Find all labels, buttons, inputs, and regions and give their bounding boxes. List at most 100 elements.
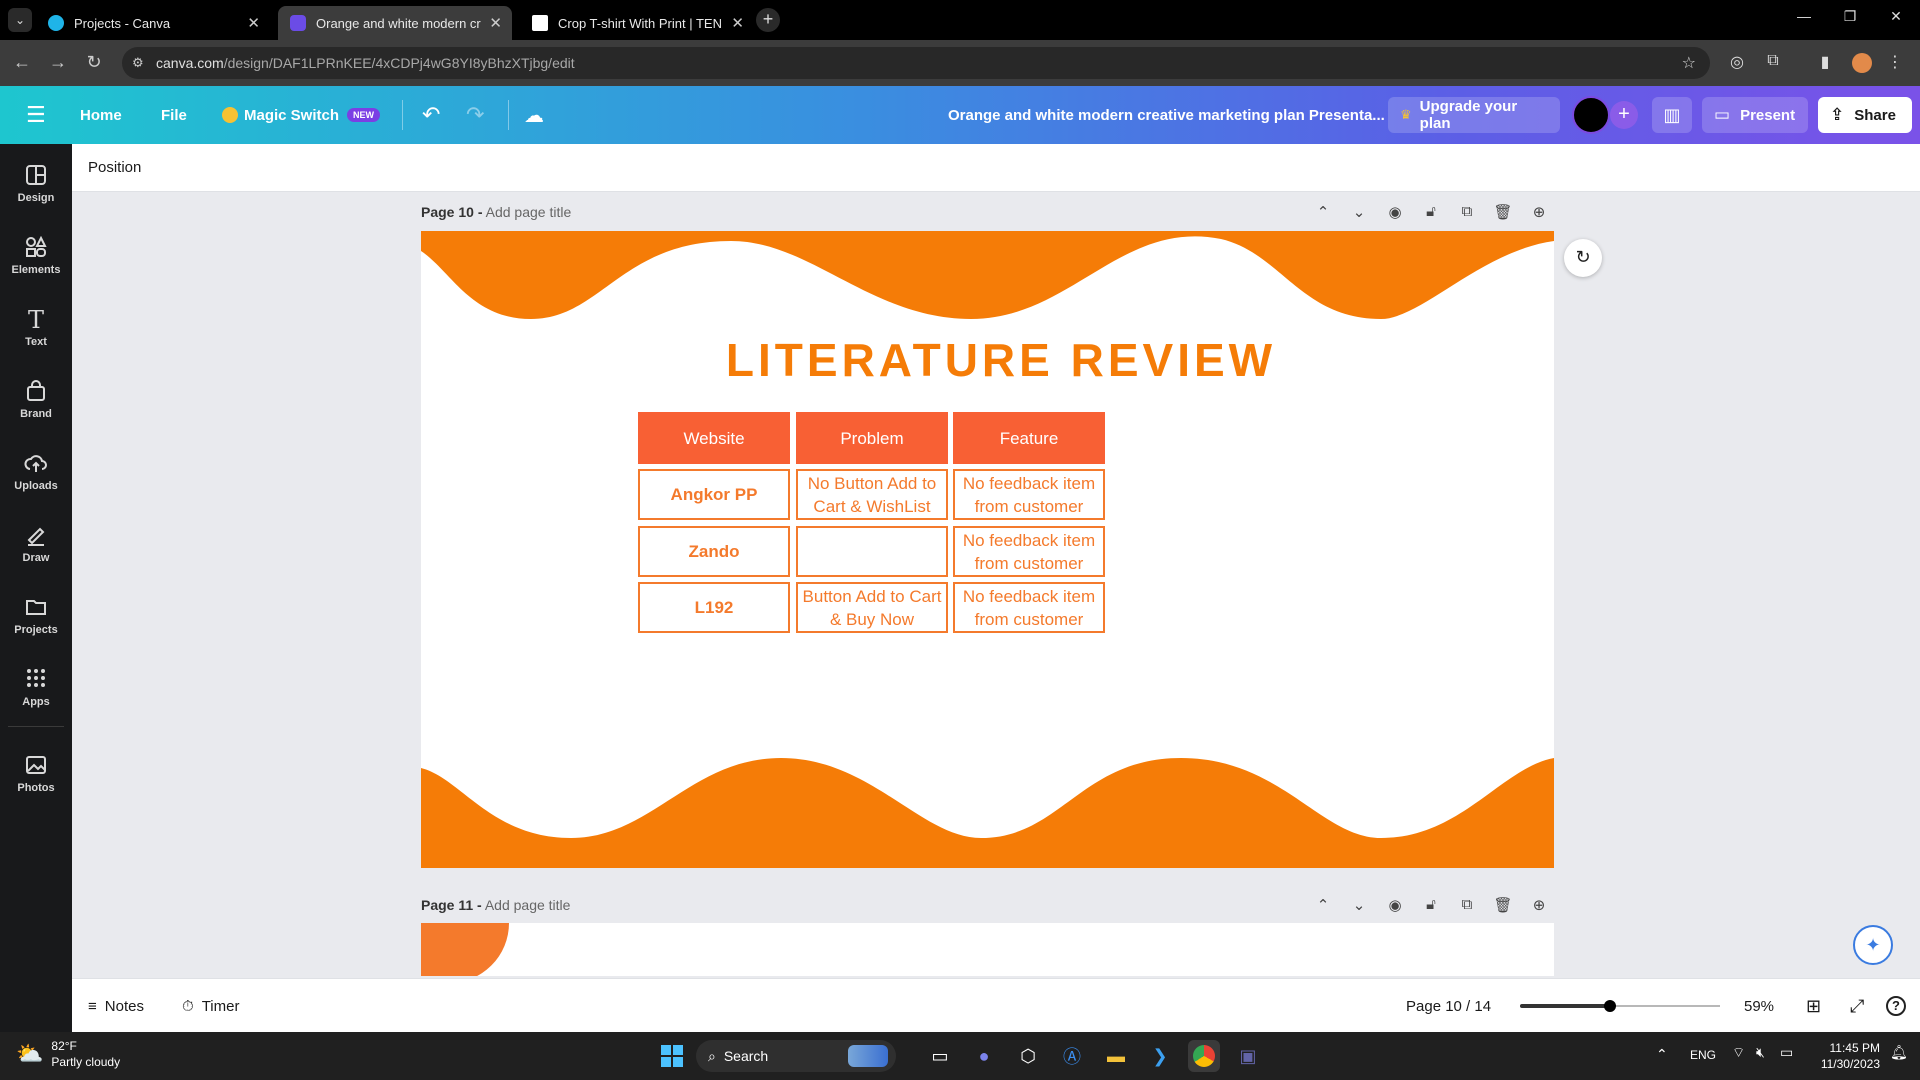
upgrade-plan-button[interactable]: ♛ Upgrade your plan — [1388, 97, 1560, 133]
wifi-icon[interactable]: ⌔ — [1732, 1044, 1745, 1062]
notes-button[interactable]: ≡ Notes — [88, 979, 144, 1033]
slide-title[interactable]: LITERATURE REVIEW — [421, 333, 1554, 387]
table-header-cell[interactable]: Website — [638, 412, 790, 464]
canva-assistant-icon[interactable]: ✦ — [1853, 925, 1893, 965]
sidebar-item-draw[interactable]: Draw — [0, 518, 72, 578]
cloud-saved-icon[interactable]: ☁ — [524, 86, 544, 144]
extensions-puzzle-icon[interactable]: ⧉ — [1762, 52, 1784, 74]
browser-tab-design[interactable]: Orange and white modern crea ✕ — [278, 6, 512, 40]
lock-page-icon[interactable]: 🔓︎ — [1413, 203, 1449, 221]
table-header-cell[interactable]: Problem — [796, 412, 948, 464]
undo-icon[interactable]: ↶ — [422, 86, 440, 144]
lock-page-icon[interactable]: 🔓︎ — [1413, 896, 1449, 914]
sidebar-item-brand[interactable]: Brand — [0, 374, 72, 434]
notification-icon[interactable]: 🔔︎ — [1890, 1044, 1908, 1061]
url-input[interactable]: ⚙ canva.com/design/DAF1LPRnKEE/4xCDPj4wG… — [122, 47, 1710, 79]
vscode-icon[interactable]: ❯ — [1144, 1040, 1176, 1072]
add-page-icon[interactable]: ⊕ — [1521, 203, 1557, 221]
battery-icon[interactable]: ▭ — [1780, 1044, 1793, 1061]
input-language[interactable]: ENG — [1690, 1048, 1716, 1062]
delete-page-icon[interactable]: 🗑︎ — [1485, 203, 1521, 221]
home-button[interactable]: Home — [80, 86, 122, 144]
table-cell[interactable] — [796, 526, 948, 577]
sidebar-item-text[interactable]: T Text — [0, 302, 72, 362]
page-indicator[interactable]: Page 10 / 14 — [1406, 979, 1491, 1033]
show-hidden-icons-icon[interactable]: ⌃ — [1656, 1046, 1668, 1063]
chrome-browser-icon[interactable] — [1188, 1040, 1220, 1072]
duplicate-page-icon[interactable]: ⧉ — [1449, 896, 1485, 914]
teams-icon[interactable]: ▣ — [1232, 1040, 1264, 1072]
zoom-slider-handle[interactable] — [1604, 1000, 1616, 1012]
close-tab-icon[interactable]: ✕ — [731, 14, 744, 32]
redo-icon[interactable]: ↷ — [466, 86, 484, 144]
teams-chat-icon[interactable]: ● — [968, 1040, 1000, 1072]
new-tab-button[interactable]: + — [756, 8, 780, 32]
app-cube-icon[interactable]: ⬡ — [1012, 1040, 1044, 1072]
table-header-cell[interactable]: Feature — [953, 412, 1105, 464]
page-11-title-input[interactable]: Add page title — [485, 897, 571, 913]
move-page-up-icon[interactable]: ⌃ — [1305, 896, 1341, 914]
extension-icon[interactable]: ◎ — [1726, 52, 1748, 74]
page-comment-icon[interactable]: ↻ — [1564, 239, 1602, 277]
help-icon[interactable]: ? — [1886, 979, 1906, 1033]
file-button[interactable]: File — [161, 86, 187, 144]
table-cell[interactable]: Angkor PP — [638, 469, 790, 520]
position-button[interactable]: Position — [88, 159, 141, 176]
task-view-icon[interactable]: ▭ — [924, 1040, 956, 1072]
close-window-icon[interactable]: ✕ — [1876, 8, 1916, 25]
restore-window-icon[interactable]: ❐ — [1830, 8, 1870, 25]
volume-muted-icon[interactable]: 🔇︎ — [1756, 1044, 1765, 1061]
share-button[interactable]: ⇪ Share — [1818, 97, 1912, 133]
main-menu-icon[interactable]: ☰ — [26, 86, 46, 144]
minimize-window-icon[interactable]: — — [1784, 8, 1824, 24]
table-cell[interactable]: Zando — [638, 526, 790, 577]
bookmark-star-icon[interactable]: ☆ — [1682, 53, 1696, 73]
sidebar-item-apps[interactable]: Apps — [0, 662, 72, 722]
windows-start-icon[interactable] — [656, 1040, 688, 1072]
close-tab-icon[interactable]: ✕ — [247, 14, 260, 32]
add-page-icon[interactable]: ⊕ — [1521, 896, 1557, 914]
browser-tab-ten11[interactable]: Crop T-shirt With Print | TEN11 ✕ — [520, 6, 754, 40]
sidebar-item-projects[interactable]: Projects — [0, 590, 72, 650]
delete-page-icon[interactable]: 🗑︎ — [1485, 896, 1521, 914]
slide-page-11[interactable] — [421, 923, 1554, 976]
timer-button[interactable]: ⏱︎ Timer — [182, 979, 239, 1033]
page-10-title-input[interactable]: Add page title — [486, 204, 572, 220]
table-cell[interactable]: No feedback item from customer — [953, 469, 1105, 520]
file-explorer-icon[interactable]: ▬ — [1100, 1040, 1132, 1072]
app-store-icon[interactable]: Ⓐ — [1056, 1040, 1088, 1072]
side-panel-icon[interactable]: ▮ — [1814, 52, 1836, 74]
forward-arrow-icon[interactable]: → — [46, 52, 70, 73]
table-cell[interactable]: L192 — [638, 582, 790, 633]
browser-tab-projects[interactable]: Projects - Canva ✕ — [36, 6, 270, 40]
hide-page-icon[interactable]: ◉ — [1377, 896, 1413, 914]
sidebar-item-uploads[interactable]: Uploads — [0, 446, 72, 506]
present-button[interactable]: ▭ Present — [1702, 97, 1808, 133]
profile-avatar[interactable] — [1852, 53, 1872, 73]
sidebar-item-photos[interactable]: Photos — [0, 748, 72, 808]
close-tab-icon[interactable]: ✕ — [489, 14, 502, 32]
duplicate-page-icon[interactable]: ⧉ — [1449, 203, 1485, 221]
move-page-down-icon[interactable]: ⌄ — [1341, 203, 1377, 221]
table-cell[interactable]: Button Add to Cart & Buy Now — [796, 582, 948, 633]
sidebar-item-elements[interactable]: Elements — [0, 230, 72, 290]
table-cell[interactable]: No feedback item from customer — [953, 582, 1105, 633]
clock[interactable]: 11:45 PM 11/30/2023 — [1808, 1040, 1880, 1072]
sidebar-item-design[interactable]: Design — [0, 158, 72, 218]
zoom-percentage[interactable]: 59% — [1744, 979, 1774, 1033]
table-cell[interactable]: No feedback item from customer — [953, 526, 1105, 577]
taskbar-search-box[interactable]: ⌕ Search — [696, 1040, 896, 1072]
back-arrow-icon[interactable]: ← — [10, 52, 34, 73]
document-title[interactable]: Orange and white modern creative marketi… — [948, 86, 1385, 144]
reload-icon[interactable]: ↻ — [82, 52, 106, 73]
weather-widget[interactable]: ⛅ 82°F Partly cloudy — [16, 1038, 120, 1070]
table-cell[interactable]: No Button Add to Cart & WishList — [796, 469, 948, 520]
slide-page-10[interactable]: LITERATURE REVIEW Website Problem Feature A… — [421, 231, 1554, 868]
fullscreen-icon[interactable]: ⤢ — [1850, 979, 1864, 1033]
chrome-menu-icon[interactable]: ⋮ — [1884, 52, 1906, 74]
move-page-down-icon[interactable]: ⌄ — [1341, 896, 1377, 914]
tab-list-button[interactable]: ⌄ — [8, 8, 32, 32]
user-avatar[interactable] — [1572, 96, 1610, 134]
add-collaborator-icon[interactable]: + — [1610, 101, 1638, 129]
grid-view-icon[interactable]: ⊞ — [1806, 979, 1821, 1033]
